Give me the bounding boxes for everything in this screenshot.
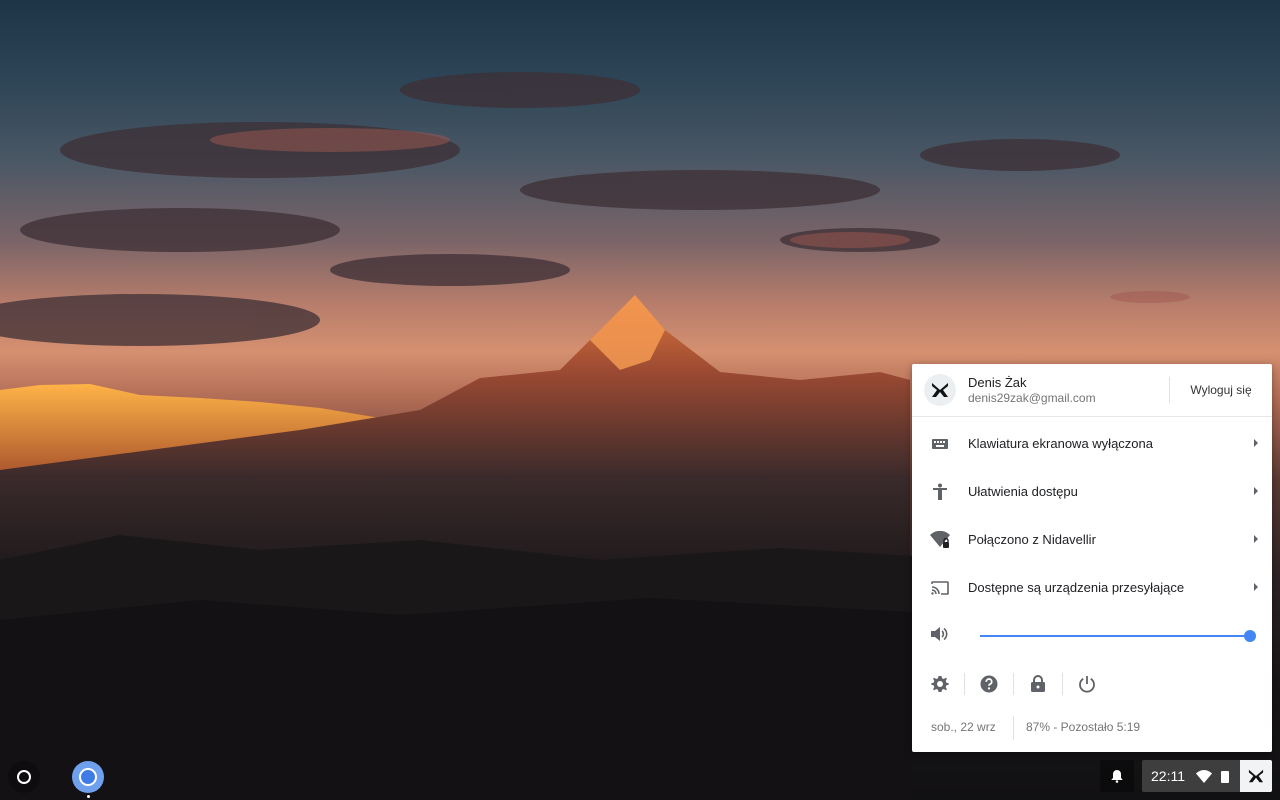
- help-button[interactable]: [971, 670, 1007, 698]
- user-avatar: [924, 374, 956, 406]
- accessibility-icon: [930, 482, 950, 502]
- running-indicator: [87, 795, 90, 798]
- divider: [1062, 673, 1063, 695]
- settings-icon: [931, 676, 949, 692]
- volume-icon[interactable]: [930, 626, 950, 646]
- chevron-right-icon: [1254, 439, 1258, 447]
- wifi-locked-icon: [930, 530, 950, 550]
- desktop: Denis Żak denis29zak@gmail.com Wyloguj s…: [0, 0, 1280, 800]
- date-label[interactable]: sob., 22 wrz: [931, 720, 996, 734]
- wifi-icon: [1196, 770, 1212, 783]
- chrome-icon: [79, 768, 97, 786]
- clock: 22:11: [1151, 768, 1185, 784]
- keyboard-row[interactable]: Klawiatura ekranowa wyłączona: [912, 420, 1272, 468]
- divider: [1013, 673, 1014, 695]
- status-area-button[interactable]: 22:11: [1142, 760, 1272, 792]
- user-name: Denis Żak: [968, 375, 1027, 390]
- accessibility-row[interactable]: Ułatwienia dostępu: [912, 468, 1272, 516]
- account-row: Denis Żak denis29zak@gmail.com Wyloguj s…: [912, 364, 1272, 417]
- keyboard-label: Klawiatura ekranowa wyłączona: [968, 436, 1153, 451]
- battery-status-label: 87% - Pozostało 5:19: [1026, 720, 1141, 734]
- settings-button[interactable]: [922, 670, 958, 698]
- divider: [1169, 377, 1170, 403]
- keyboard-icon: [930, 434, 950, 454]
- network-label: Połączono z Nidavellir: [968, 532, 1096, 547]
- lock-button[interactable]: [1020, 670, 1056, 698]
- help-icon: [980, 675, 998, 693]
- logo-avatar-icon: [932, 383, 948, 397]
- chrome-app-button[interactable]: [72, 761, 104, 793]
- lock-icon: [1031, 675, 1045, 692]
- divider: [964, 673, 965, 695]
- cast-row[interactable]: Dostępne są urządzenia przesyłające: [912, 564, 1272, 612]
- volume-slider-thumb[interactable]: [1244, 630, 1256, 642]
- network-row[interactable]: Połączono z Nidavellir: [912, 516, 1272, 564]
- power-button[interactable]: [1069, 670, 1105, 698]
- user-email: denis29zak@gmail.com: [968, 391, 1096, 405]
- battery-icon: [1221, 771, 1229, 783]
- chevron-right-icon: [1254, 583, 1258, 591]
- launcher-icon: [17, 770, 31, 784]
- avatar-icon: [1240, 760, 1272, 792]
- chevron-right-icon: [1254, 535, 1258, 543]
- launcher-button[interactable]: [8, 761, 40, 793]
- cast-label: Dostępne są urządzenia przesyłające: [968, 580, 1185, 595]
- system-tray-menu: Denis Żak denis29zak@gmail.com Wyloguj s…: [912, 364, 1272, 752]
- volume-slider-track[interactable]: [980, 635, 1250, 637]
- shelf: 22:11: [0, 752, 1280, 800]
- cast-icon: [930, 578, 950, 598]
- divider: [1013, 716, 1014, 740]
- notification-bell-icon: [1111, 770, 1123, 783]
- accessibility-label: Ułatwienia dostępu: [968, 484, 1078, 499]
- sign-out-button[interactable]: Wyloguj się: [1174, 374, 1268, 406]
- power-icon: [1079, 676, 1095, 693]
- chevron-right-icon: [1254, 487, 1258, 495]
- notifications-button[interactable]: [1100, 760, 1134, 792]
